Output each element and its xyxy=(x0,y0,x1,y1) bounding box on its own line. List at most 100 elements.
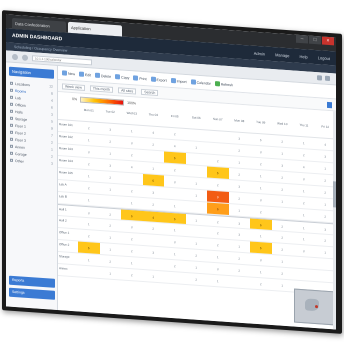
toolbar-button[interactable]: Print xyxy=(133,75,147,81)
column-header[interactable]: Tue 09 xyxy=(250,117,272,134)
column-header[interactable]: Thu 04 xyxy=(143,110,165,127)
close-button[interactable]: × xyxy=(322,36,334,46)
grid-cell[interactable] xyxy=(121,172,143,185)
grid-cell[interactable]: 1 xyxy=(78,193,100,206)
column-header[interactable]: Thu 11 xyxy=(293,120,315,137)
grid-cell[interactable] xyxy=(143,234,165,247)
column-header[interactable]: Wed 03 xyxy=(121,108,143,125)
grid-cell[interactable]: 3 xyxy=(78,145,100,158)
scope-select[interactable]: All sites xyxy=(118,86,137,95)
grid-cell[interactable]: 1 xyxy=(229,240,251,253)
sidebar-footer-button[interactable]: Reports xyxy=(9,275,55,288)
grid-cell[interactable]: 2 xyxy=(100,171,122,184)
grid-cell[interactable]: 3 xyxy=(229,132,251,145)
column-header[interactable]: Wed 10 xyxy=(272,119,294,136)
toolbar-button[interactable]: New xyxy=(62,70,75,76)
grid-cell[interactable]: 2 xyxy=(143,222,165,235)
grid-cell[interactable]: 2 xyxy=(250,277,272,290)
grid-cell[interactable] xyxy=(293,268,315,281)
checkbox-icon[interactable] xyxy=(10,137,13,141)
star-icon[interactable] xyxy=(317,75,322,81)
grid-cell[interactable]: 3 xyxy=(121,136,143,149)
grid-cell[interactable]: 2 xyxy=(293,196,315,209)
grid-cell[interactable]: 1 xyxy=(229,204,251,217)
grid-cell[interactable]: 2 xyxy=(272,135,294,148)
column-header[interactable]: Sun 07 xyxy=(207,114,229,131)
grid-cell[interactable]: 1 xyxy=(78,169,100,182)
grid-cell[interactable]: 3 xyxy=(250,145,272,158)
grid-cell[interactable]: 1 xyxy=(250,181,272,194)
grid-cell[interactable]: 1 xyxy=(186,237,208,250)
checkbox-icon[interactable] xyxy=(10,158,13,162)
grid-cell[interactable]: 2 xyxy=(143,138,165,151)
grid-cell[interactable] xyxy=(207,130,229,143)
grid-cell[interactable] xyxy=(164,271,186,284)
grid-cell[interactable]: 2 xyxy=(121,244,143,257)
grid-cell[interactable]: 4 xyxy=(121,160,143,173)
grid-cell[interactable] xyxy=(78,265,100,278)
grid-cell[interactable] xyxy=(186,201,208,214)
grid-cell[interactable]: 1 xyxy=(293,184,315,197)
grid-cell[interactable]: 1 xyxy=(293,221,315,233)
toolbar-button[interactable]: Calendar xyxy=(190,79,211,85)
checkbox-icon[interactable] xyxy=(10,81,13,85)
grid-cell[interactable]: 5 xyxy=(164,212,186,224)
checkbox-icon[interactable] xyxy=(10,95,13,99)
grid-cell[interactable]: 1 xyxy=(100,147,122,160)
grid-cell[interactable]: 1 xyxy=(293,136,315,149)
sidebar-header[interactable]: Navigation xyxy=(9,66,54,79)
grid-cell[interactable]: 1 xyxy=(78,217,100,230)
checkbox-icon[interactable] xyxy=(10,102,13,106)
grid-cell[interactable]: 1 xyxy=(100,243,122,256)
grid-cell[interactable] xyxy=(143,150,165,163)
forward-icon[interactable] xyxy=(22,54,28,61)
grid-cell[interactable]: 1 xyxy=(207,274,229,287)
back-icon[interactable] xyxy=(12,53,18,60)
search-input[interactable]: Search xyxy=(141,88,159,96)
header-link-admin[interactable]: Admin xyxy=(254,50,265,56)
grid-cell[interactable]: 3 xyxy=(100,159,122,172)
toolbar-button[interactable]: Delete xyxy=(95,72,111,79)
grid-cell[interactable]: 2 xyxy=(272,243,294,256)
grid-cell[interactable]: 2 xyxy=(207,215,229,227)
toolbar-button[interactable]: Edit xyxy=(79,71,91,78)
view-select[interactable]: Week view xyxy=(62,82,85,91)
grid-cell[interactable]: 2 xyxy=(272,231,294,244)
grid-cell[interactable] xyxy=(186,165,208,178)
grid-cell[interactable]: 9 xyxy=(207,190,229,203)
grid-cell[interactable]: 1 xyxy=(100,183,122,196)
grid-cell[interactable]: 2 xyxy=(229,168,251,181)
checkbox-icon[interactable] xyxy=(10,130,13,134)
grid-cell[interactable]: 4 xyxy=(143,126,165,139)
mini-map[interactable] xyxy=(294,288,334,326)
minimize-button[interactable]: – xyxy=(296,34,308,44)
grid-cell[interactable]: 1 xyxy=(143,270,165,283)
checkbox-icon[interactable] xyxy=(10,123,13,127)
grid-cell[interactable]: 2 xyxy=(186,249,208,262)
grid-cell[interactable]: 1 xyxy=(272,195,294,208)
grid-cell[interactable]: 2 xyxy=(100,255,122,268)
header-link-manage[interactable]: Manage xyxy=(275,52,289,58)
grid-cell[interactable]: 2 xyxy=(78,229,100,242)
grid-cell[interactable]: 2 xyxy=(229,252,251,265)
grid-cell[interactable]: 3 xyxy=(229,228,251,241)
grid-cell[interactable]: 2 xyxy=(293,148,315,161)
grid-cell[interactable]: 1 xyxy=(293,232,315,245)
grid-cell[interactable]: 5 xyxy=(250,133,272,146)
search-icon[interactable] xyxy=(327,101,332,108)
grid-cell[interactable]: 2 xyxy=(229,192,251,205)
grid-cell[interactable] xyxy=(164,187,186,200)
grid-cell[interactable]: 3 xyxy=(143,186,165,199)
grid-cell[interactable]: 1 xyxy=(121,256,143,269)
grid-cell[interactable]: 1 xyxy=(207,250,229,263)
grid-cell[interactable]: 1 xyxy=(100,267,122,280)
grid-cell[interactable]: 1 xyxy=(250,229,272,242)
grid-cell[interactable]: 3 xyxy=(293,172,315,185)
header-link-help[interactable]: Help xyxy=(300,53,308,59)
grid-cell[interactable]: 2 xyxy=(207,154,229,167)
grid-cell[interactable] xyxy=(143,258,165,271)
grid-cell[interactable]: 6 xyxy=(207,202,229,215)
grid-cell[interactable]: 1 xyxy=(121,124,143,137)
grid-cell[interactable]: 2 xyxy=(272,183,294,196)
grid-cell[interactable]: 1 xyxy=(250,265,272,278)
